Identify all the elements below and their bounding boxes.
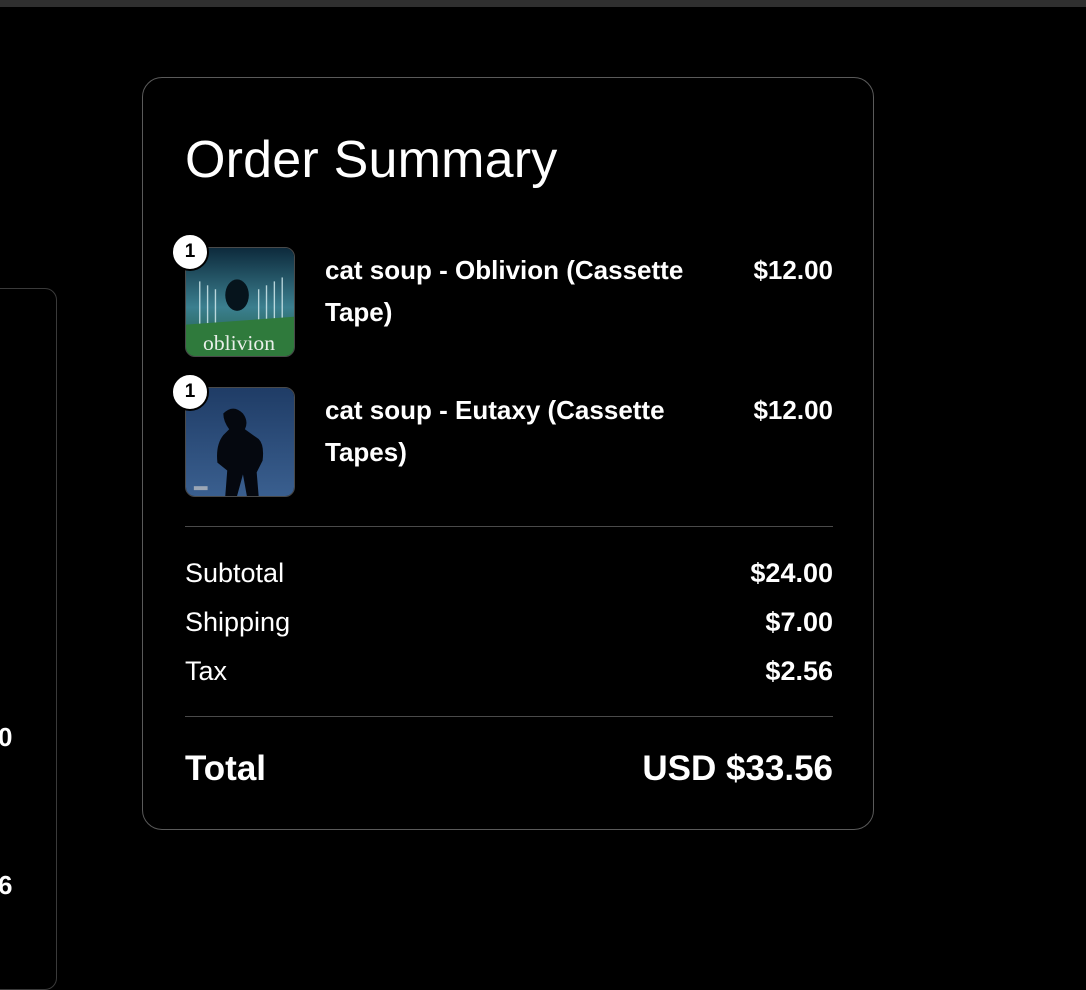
shipping-row: Shipping $7.00 [185, 604, 833, 640]
item-name: cat soup - Eutaxy (Cassette Tapes) [325, 395, 665, 467]
order-summary-title: Order Summary [185, 131, 558, 189]
quantity-badge: 1 [171, 233, 209, 271]
item-name: cat soup - Oblivion (Cassette Tape) [325, 255, 684, 327]
item-price: $12.00 [753, 255, 833, 285]
tax-label: Tax [185, 656, 228, 686]
quantity-badge: 1 [171, 373, 209, 411]
tax-row: Tax $2.56 [185, 653, 833, 689]
subtotal-row: Subtotal $24.00 [185, 555, 833, 591]
shipping-value: $7.00 [765, 607, 833, 637]
order-item: oblivion 1 cat soup - Oblivion (Cassette… [171, 233, 833, 359]
item-price: $12.00 [753, 395, 833, 425]
shipping-label: Shipping [185, 607, 291, 637]
divider [185, 716, 833, 717]
subtotal-label: Subtotal [185, 558, 285, 588]
total-value: USD $33.56 [642, 749, 833, 788]
oblivion-cover-text: oblivion [203, 331, 275, 355]
top-bar [0, 0, 1086, 7]
left-panel-value-fragment: 6 [0, 870, 13, 900]
tax-value: $2.56 [765, 656, 833, 686]
order-summary-card: Order Summary oblivion 1 cat soup - Obli… [142, 77, 874, 830]
order-item: 1 cat soup - Eutaxy (Cassette Tapes) $12… [171, 373, 833, 499]
subtotal-value: $24.00 [750, 558, 833, 588]
left-panel-value-fragment: 0 [0, 722, 13, 752]
total-row: Total USD $33.56 [185, 744, 833, 794]
total-label: Total [185, 749, 267, 788]
divider [185, 526, 833, 527]
